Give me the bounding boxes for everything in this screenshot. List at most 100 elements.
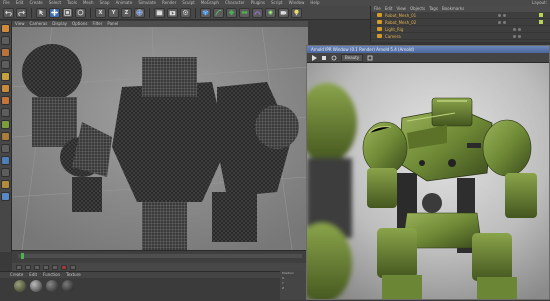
x-axis-button[interactable]: X [95,7,106,18]
camera-button[interactable] [278,7,289,18]
z-axis-button[interactable]: Z [121,7,132,18]
edges-mode-button[interactable] [1,84,10,93]
mm-menu-function[interactable]: Function [43,272,60,278]
autokey-button[interactable] [70,264,76,270]
om-menu-tags[interactable]: Tags [429,6,438,12]
go-to-start-button[interactable] [16,264,22,270]
array-icon [241,11,248,14]
workplane-button[interactable] [1,60,10,69]
next-frame-button[interactable] [43,264,49,270]
tweak-mode-button[interactable] [1,120,10,129]
material-swatch[interactable] [14,280,26,292]
phong-tag-icon[interactable] [539,20,543,24]
polygons-mode-button[interactable] [1,96,10,105]
om-menu-file[interactable]: File [374,6,381,12]
mm-menu-create[interactable]: Create [10,272,23,278]
scene-button[interactable] [265,7,276,18]
visibility-dots[interactable] [498,13,506,17]
undo-button[interactable] [3,7,14,18]
rotate-tool-button[interactable] [75,7,86,18]
render-window-titlebar[interactable]: Arnold IPR Window (0.1 Render) Arnold 5.… [307,46,549,53]
visibility-button[interactable] [1,192,10,201]
make-editable-button[interactable] [1,24,10,33]
visibility-dots[interactable] [513,34,521,38]
axis-mode-button[interactable] [1,108,10,117]
phong-tag-icon[interactable] [539,13,543,17]
planar-workplane-button[interactable] [1,168,10,177]
playback-controls [12,263,308,271]
object-name: Robot_Mesh_01 [385,12,417,18]
lock-workplane-button[interactable] [1,156,10,165]
light-bulb-icon [294,9,299,16]
array-button[interactable] [239,7,250,18]
aov-selector[interactable]: Beauty [341,53,364,62]
refresh-button[interactable] [331,55,337,61]
render-canvas[interactable] [307,63,549,299]
object-row[interactable]: Light_Rig [371,26,550,33]
om-menu-bookmarks[interactable]: Bookmarks [442,6,464,12]
viewport[interactable]: View Cameras Display Options Filter Pane… [12,21,308,250]
snap-button[interactable] [1,132,10,141]
scale-tool-button[interactable] [62,7,73,18]
timeline-track[interactable] [18,253,302,259]
object-row[interactable]: Camera [371,33,550,40]
subdivision-icon [228,9,235,16]
material-manager-menu: Create Edit Function Texture [0,272,306,278]
deformer-button[interactable] [252,7,263,18]
light-button[interactable] [291,7,302,18]
material-swatch[interactable] [62,280,74,292]
cube-primitive-button[interactable] [200,7,211,18]
render-view-button[interactable] [154,7,165,18]
live-selection-button[interactable] [36,7,47,18]
clapper-play-icon [169,11,176,16]
om-menu-view[interactable]: View [396,6,406,12]
visibility-dots[interactable] [513,27,521,31]
y-axis-button[interactable]: Y [108,7,119,18]
spline-pen-button[interactable] [213,7,224,18]
mm-menu-texture[interactable]: Texture [66,272,81,278]
object-row[interactable]: Robot_Mesh_02 [371,19,550,26]
rendered-robot-image [307,63,549,299]
timeline[interactable] [12,250,308,264]
record-button[interactable] [61,264,67,270]
pen-icon [215,9,222,16]
stop-render-button[interactable] [321,55,327,61]
visibility-dots[interactable] [498,20,506,24]
solo-button[interactable] [1,180,10,189]
move-tool-button[interactable] [49,7,60,18]
wireframe-robot-model [12,27,308,250]
previous-frame-button[interactable] [25,264,31,270]
region-button[interactable] [367,55,373,61]
object-name: Camera [385,33,401,39]
redo-button[interactable] [16,7,27,18]
z-field[interactable]: Z [280,286,306,291]
render-settings-button[interactable] [180,7,191,18]
deformer-icon [254,11,261,15]
main-toolbar: X Y Z [0,6,370,20]
start-render-button[interactable] [311,54,317,61]
model-mode-button[interactable] [1,36,10,45]
subdivision-surface-button[interactable] [226,7,237,18]
object-row[interactable]: Robot_Mesh_01 [371,12,550,19]
quantize-button[interactable] [1,144,10,153]
flower-icon [268,10,273,15]
points-mode-button[interactable] [1,72,10,81]
left-tool-palette [0,21,12,252]
render-to-picture-viewer-button[interactable] [167,7,178,18]
material-swatch[interactable] [46,280,58,292]
playhead[interactable] [21,253,24,259]
render-window[interactable]: Arnold IPR Window (0.1 Render) Arnold 5.… [306,45,550,300]
texture-mode-button[interactable] [1,48,10,57]
mm-menu-edit[interactable]: Edit [29,272,37,278]
om-menu-objects[interactable]: Objects [410,6,425,12]
go-to-end-button[interactable] [52,264,58,270]
play-icon [312,54,317,61]
scale-icon [64,9,71,16]
clapper-icon [156,9,163,16]
play-button[interactable] [34,264,40,270]
om-menu-edit[interactable]: Edit [385,6,393,12]
material-swatch[interactable] [30,280,42,292]
undo-icon [5,10,12,16]
toolbar-divider [31,7,32,18]
coordinate-system-button[interactable] [134,7,145,18]
